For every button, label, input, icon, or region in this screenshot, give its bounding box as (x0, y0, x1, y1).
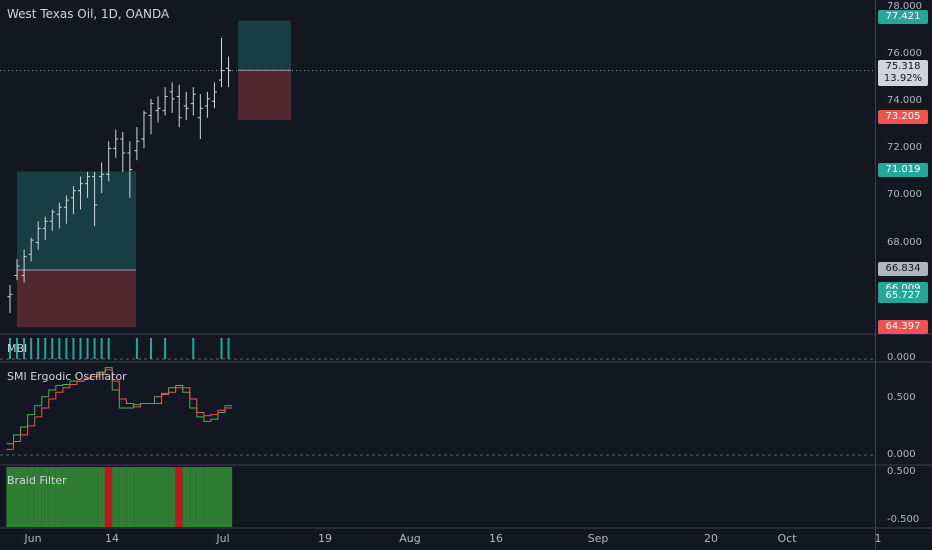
mbi-bar[interactable] (150, 338, 152, 359)
mbi-bar[interactable] (93, 338, 96, 359)
mbi-bar[interactable] (220, 338, 223, 359)
braid-bar[interactable] (182, 467, 190, 527)
braid-bar[interactable] (140, 467, 148, 527)
mbi-bar[interactable] (86, 338, 89, 359)
position-profit-zone[interactable] (17, 171, 136, 270)
price-tick-label: 68.000 (887, 236, 922, 248)
time-tick-label: 20 (704, 532, 718, 545)
mbi-bar[interactable] (72, 338, 75, 359)
mbi-bar[interactable] (135, 338, 138, 359)
braid-bar[interactable] (98, 467, 106, 527)
braid-axis-label: -0.500 (887, 514, 920, 525)
braid-bar[interactable] (147, 467, 155, 527)
mbi-bar[interactable] (37, 338, 40, 359)
time-tick-label: Jul (216, 532, 230, 545)
position-profit-zone[interactable] (238, 20, 291, 71)
mbi-bar[interactable] (44, 338, 47, 359)
time-tick-label: Aug (399, 532, 421, 545)
braid-bar[interactable] (126, 467, 134, 527)
braid-bar[interactable] (189, 467, 197, 527)
braid-bar[interactable] (161, 467, 169, 527)
time-tick-label: 16 (489, 532, 503, 545)
time-tick-label: 1 (874, 532, 882, 545)
braid-bar[interactable] (168, 467, 176, 527)
mbi-bar[interactable] (100, 338, 103, 359)
price-tag: 65.727 (878, 289, 928, 303)
time-tick-label: Oct (777, 532, 797, 545)
mbi-bar[interactable] (58, 338, 61, 359)
price-tick-label: 70.000 (887, 189, 922, 201)
braid-label: Braid Filter (7, 474, 67, 487)
mbi-axis-label: 0.000 (887, 352, 916, 363)
price-tick-label: 72.000 (887, 142, 922, 154)
chart-canvas[interactable] (0, 0, 932, 550)
time-tick-label: 19 (318, 532, 332, 545)
price-tag: 73.205 (878, 110, 928, 124)
smi-axis-label: 0.500 (887, 392, 916, 403)
braid-bar[interactable] (224, 467, 233, 527)
chart-title: West Texas Oil, 1D, OANDA (7, 7, 170, 21)
mbi-bar[interactable] (164, 338, 167, 359)
braid-bar[interactable] (196, 467, 204, 527)
mbi-bar[interactable] (79, 338, 82, 359)
price-tag: 77.421 (878, 10, 928, 24)
braid-bar[interactable] (217, 467, 226, 527)
price-tag: 66.834 (878, 262, 928, 276)
price-tick-label: 76.000 (887, 48, 922, 60)
price-tag: 13.92% (878, 72, 928, 86)
braid-bar[interactable] (154, 467, 162, 527)
braid-bar[interactable] (210, 467, 219, 527)
price-tag: 71.019 (878, 163, 928, 177)
price-tick-label: 74.000 (887, 95, 922, 107)
time-tick-label: Sep (587, 532, 609, 545)
price-tag: 64.397 (878, 320, 928, 334)
braid-bar[interactable] (91, 467, 99, 527)
mbi-label: MBI (7, 342, 28, 355)
time-tick-label: Jun (24, 532, 42, 545)
braid-bar[interactable] (83, 467, 92, 527)
mbi-bar[interactable] (51, 338, 54, 359)
braid-bar[interactable] (175, 467, 183, 527)
braid-bar[interactable] (105, 467, 113, 527)
smi-axis-label: 0.000 (887, 449, 916, 460)
braid-bar[interactable] (133, 467, 141, 527)
mbi-bar[interactable] (30, 338, 33, 359)
mbi-bar[interactable] (227, 338, 230, 359)
mbi-bar[interactable] (65, 338, 68, 359)
position-loss-zone[interactable] (238, 70, 291, 120)
position-loss-zone[interactable] (17, 269, 136, 328)
mbi-bar[interactable] (192, 338, 195, 359)
braid-bar[interactable] (76, 467, 85, 527)
braid-bar[interactable] (203, 467, 211, 527)
mbi-bar[interactable] (107, 338, 110, 359)
braid-bar[interactable] (119, 467, 127, 527)
smi-label: SMI Ergodic Oscillator (7, 370, 127, 383)
braid-bar[interactable] (112, 467, 120, 527)
time-tick-label: 14 (105, 532, 119, 545)
braid-axis-label: 0.500 (887, 466, 916, 477)
braid-bar[interactable] (69, 467, 78, 527)
